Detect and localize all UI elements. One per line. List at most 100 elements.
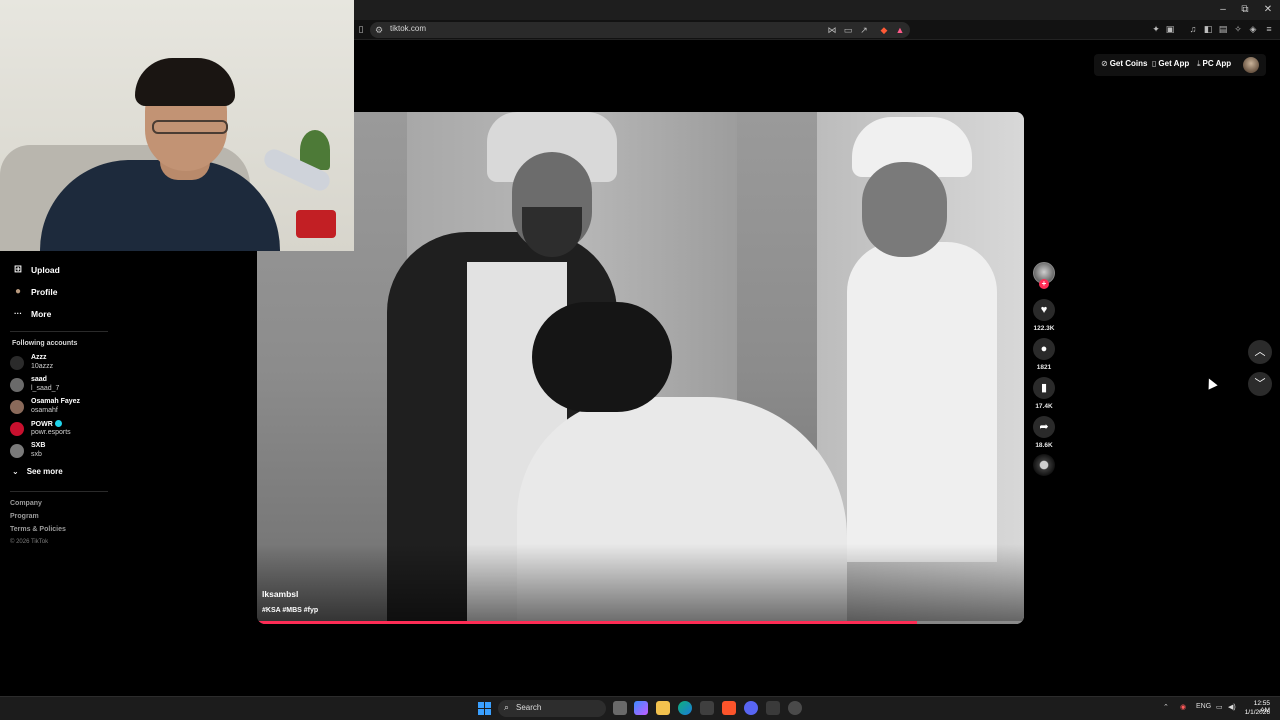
vpn-icon[interactable]: ◈ [1247,23,1259,35]
account-name: Osamah Fayez [31,398,81,405]
leo-icon[interactable]: ✧ [1232,23,1244,35]
share-icon[interactable]: ↗ [858,24,870,36]
brave-icon[interactable] [722,701,736,715]
avatar [10,422,24,436]
address-bar[interactable]: ⚙ tiktok.com ⋈ ▭ ↗ ◆ ▲ [370,22,910,38]
windows-logo-icon [478,702,484,708]
microphone-icon[interactable]: ◉ [1180,703,1186,711]
footer-link-terms[interactable]: Terms & Policies [10,526,66,533]
header-actions: ⊘ Get Coins ▯ Get App ⤓ PC App [1094,54,1266,76]
video-player[interactable]: lksambsl #KSA #MBS #fyp [257,112,1024,624]
video-author[interactable]: lksambsl [262,589,298,599]
screenshot-icon[interactable]: ▣ [1164,23,1176,35]
edge-icon[interactable] [678,701,692,715]
get-coins-label: Get Coins [1109,59,1148,68]
music-disc-icon[interactable] [1033,454,1055,476]
sidebar-item-label: Profile [31,287,58,297]
webcam-person-glasses [152,120,228,134]
profile-icon: ● [14,286,22,297]
save-button[interactable]: ▮ [1033,377,1055,399]
get-app-label: Get App [1158,59,1190,68]
get-app-button[interactable]: ▯ Get App [1152,59,1189,68]
video-caption[interactable]: #KSA #MBS #fyp [262,607,318,614]
windows-logo-icon [485,702,491,708]
music-icon[interactable]: ♫ [1187,23,1199,35]
user-avatar[interactable] [1243,57,1259,73]
cast-icon[interactable]: ▭ [842,24,854,36]
brave-shield-icon[interactable]: ◆ [878,24,890,36]
pc-app-button[interactable]: ⤓ PC App [1197,59,1231,69]
phone-icon: ▯ [1152,59,1157,68]
tray-overflow-icon[interactable]: ⌃ [1163,703,1169,711]
media-icon[interactable]: ⋈ [826,24,838,36]
follow-plus-icon[interactable]: + [1039,279,1049,289]
minimize-button[interactable]: – [1216,3,1230,17]
see-more-button[interactable]: ⌄ See more [12,467,63,476]
start-button[interactable] [478,702,492,716]
store-icon[interactable] [700,701,714,715]
rewards-icon[interactable]: ▲ [894,24,906,36]
sidebar-item-more[interactable]: ··· More [12,308,51,322]
verified-badge-icon [54,420,62,427]
sidebar-item-upload[interactable]: ⊞ Upload [12,264,60,278]
volume-icon[interactable]: ◀) [1228,703,1236,711]
language-indicator[interactable]: ENG [1196,703,1211,710]
following-accounts-heading: Following accounts [12,340,78,347]
account-name-text: POWR [31,421,53,428]
account-handle: osamahf [31,407,58,414]
more-icon: ··· [14,309,22,318]
menu-icon[interactable]: ≡ [1263,23,1275,35]
copilot-icon[interactable] [634,701,648,715]
windows-logo-icon [485,709,491,715]
comment-count: 1821 [1036,364,1052,371]
taskbar-search[interactable]: ⌕ Search [498,700,606,717]
share-count: 18.6K [1035,442,1053,449]
url-text: tiktok.com [390,24,427,33]
plus-square-icon: ⊞ [13,264,23,275]
bookmark-icon[interactable]: ▯ [355,23,367,35]
search-icon: ⌕ [504,702,510,712]
discord-icon[interactable] [744,701,758,715]
see-more-label: See more [26,467,63,476]
avatar [10,444,24,458]
restore-button[interactable]: ⧉ [1238,3,1252,17]
footer-link-program[interactable]: Program [10,513,39,520]
app-icon[interactable] [766,701,780,715]
sidebar-item-profile[interactable]: ● Profile [12,286,57,300]
sidebar-item-label: More [31,309,52,319]
file-explorer-icon[interactable] [656,701,670,715]
app-icon[interactable] [788,701,802,715]
clock-date[interactable]: 1/1/2026 [1244,709,1270,716]
heart-icon: ♥ [1040,304,1048,316]
next-video-button[interactable]: ﹀ [1248,372,1272,396]
footer-link-company[interactable]: Company [10,500,42,507]
account-handle: powr.esports [31,429,71,436]
comment-button[interactable]: ● [1033,338,1055,360]
webcam-pot [296,210,336,238]
sidebar-toggle-icon[interactable]: ◧ [1202,23,1214,35]
extensions-icon[interactable]: ✦ [1150,23,1162,35]
account-name: POWR [31,420,62,428]
windows-logo-icon [478,709,484,715]
account-name: Azzz [31,354,47,361]
divider [10,491,108,492]
webcam-person-hair [135,58,235,106]
chevron-down-icon: ⌄ [12,467,19,476]
like-count: 122.3K [1033,325,1055,332]
video-figure-thobe-right [847,242,997,562]
close-window-button[interactable]: ✕ [1261,3,1275,17]
get-coins-button[interactable]: ⊘ Get Coins [1101,59,1147,68]
previous-video-button[interactable]: ︿ [1248,340,1272,364]
like-button[interactable]: ♥ [1033,299,1055,321]
coin-icon: ⊘ [1101,59,1108,68]
avatar [10,356,24,370]
video-progress-bar[interactable] [257,621,1024,624]
share-button[interactable]: ➦ [1033,416,1055,438]
divider [10,331,108,332]
chevron-up-icon: ︿ [1254,346,1266,358]
network-icon[interactable]: ▭ [1216,703,1223,711]
site-info-icon[interactable]: ⚙ [373,24,385,36]
wallet-icon[interactable]: ▤ [1217,23,1229,35]
sidebar-item-label: Upload [31,265,60,275]
task-view-icon[interactable] [613,701,627,715]
